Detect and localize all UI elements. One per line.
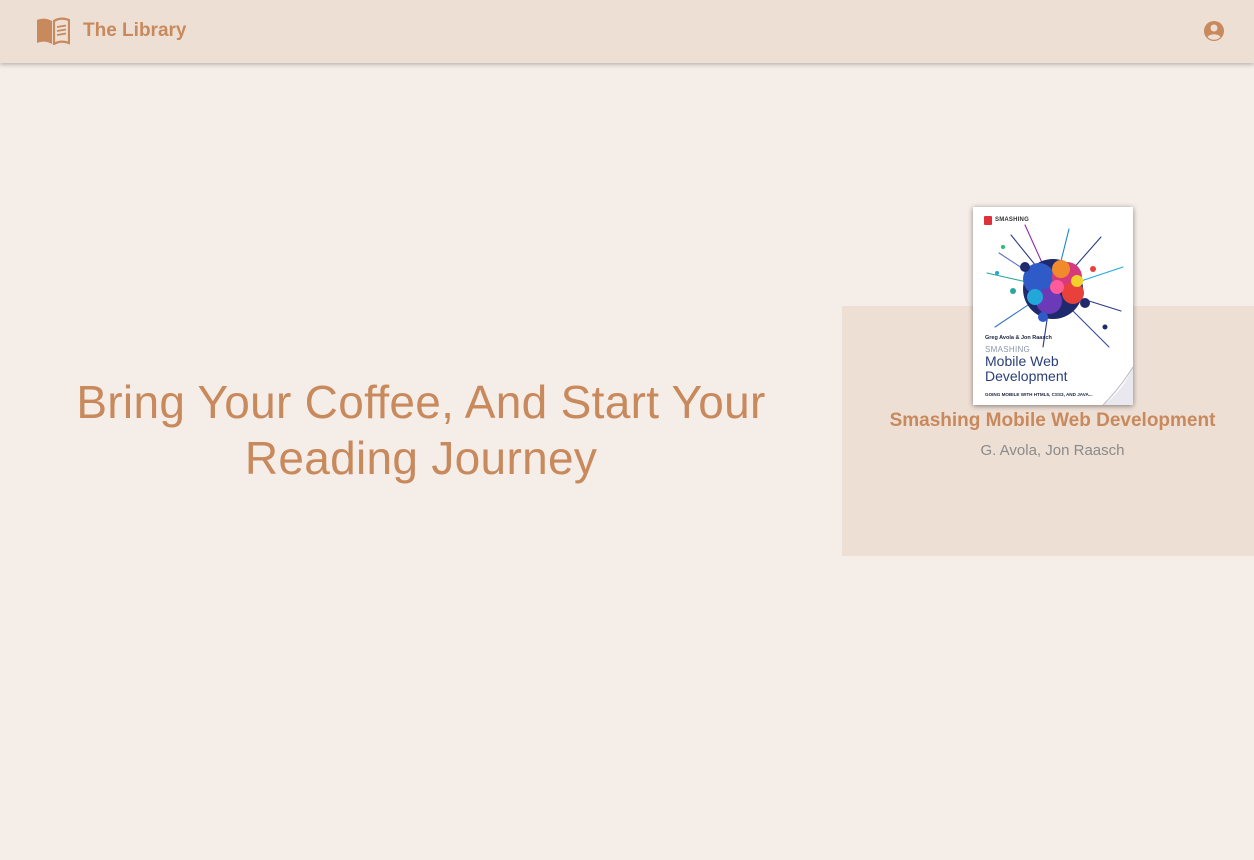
cover-publisher: SMASHING xyxy=(995,217,1029,223)
cover-author-line: Greg Avola & Jon Raasch xyxy=(985,335,1052,341)
open-book-icon xyxy=(37,17,70,45)
book-authors: G. Avola, Jon Raasch xyxy=(980,442,1125,459)
brand-home-link[interactable]: The Library xyxy=(36,17,186,45)
cover-title: Mobile Web Development xyxy=(985,353,1068,384)
hero-headline-line-2: Reading Journey xyxy=(244,432,598,484)
book-cover-image[interactable]: SMASHING Greg Avola & Jon Raasch SMASHIN… xyxy=(973,207,1133,405)
hero-headline: Bring Your Coffee, And Start Your Readin… xyxy=(30,374,812,486)
account-circle-icon xyxy=(1204,21,1224,41)
app-header: The Library xyxy=(0,0,1254,63)
app-title: The Library xyxy=(83,20,187,41)
account-button[interactable] xyxy=(1202,19,1226,43)
book-title-link[interactable]: Smashing Mobile Web Development xyxy=(842,410,1254,432)
hero-headline-line-1: Bring Your Coffee, And Start Your xyxy=(76,376,766,428)
cover-subtitle: GOING MOBILE WITH HTML5, CSS3, AND JAVA.… xyxy=(985,392,1093,397)
